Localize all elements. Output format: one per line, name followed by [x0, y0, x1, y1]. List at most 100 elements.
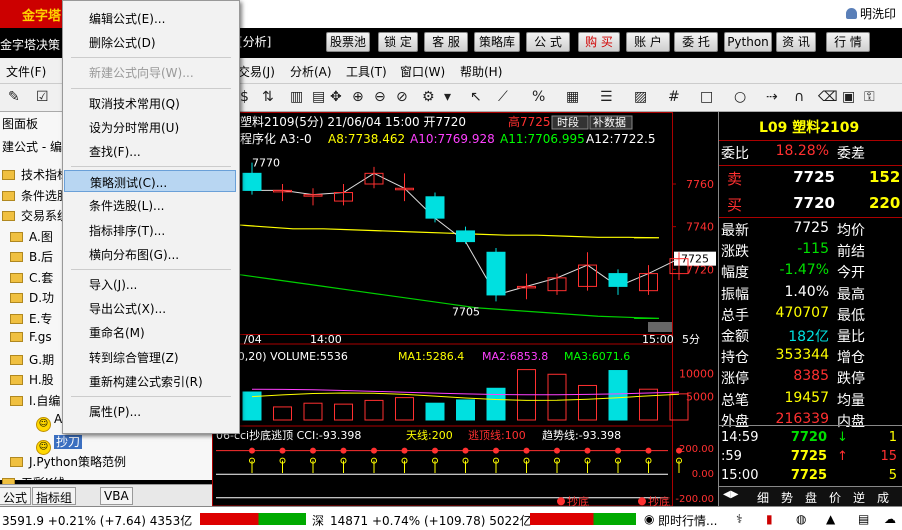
tab-formula[interactable]: 公式 — [0, 487, 32, 505]
bars-icon[interactable]: ▦ — [566, 89, 579, 105]
chart-type-icon[interactable]: ▥ — [290, 89, 303, 105]
zoom-in-icon[interactable]: ⊕ — [352, 89, 364, 105]
tick-row[interactable]: :59 7725 ↑ 15 — [719, 449, 902, 470]
tree-item[interactable]: 交易系统 — [2, 207, 69, 224]
nav-button-4[interactable]: 公 式 — [526, 32, 570, 52]
kline-chart[interactable]: 塑料2109(5分) 21/06/04 15:00 开7720 高7725 时段 补数… — [212, 112, 718, 506]
zoom-fit-icon[interactable]: ⊘ — [396, 89, 408, 105]
tree-item[interactable]: 条件选股 — [2, 187, 69, 204]
percent-icon[interactable]: % — [532, 89, 545, 105]
period-icon[interactable]: ▤ — [312, 89, 325, 105]
menu-item-10[interactable]: 条件选股(L)... — [63, 194, 239, 216]
python-icon[interactable]: ⚕ — [736, 512, 743, 526]
quote-row[interactable]: 总手 470707 最低 — [719, 305, 902, 326]
menu-item-6[interactable]: 设为分时常用(U) — [63, 116, 239, 138]
clear-icon[interactable]: ▣ — [842, 89, 855, 105]
db-icon[interactable]: ▮ — [766, 512, 773, 526]
tabs-scroll-icon[interactable]: ◀▶ — [723, 489, 738, 500]
buy-row[interactable]: 买 7720 220 — [719, 194, 902, 215]
info-icon[interactable]: ◉ — [644, 512, 654, 526]
dollar-icon[interactable]: $ — [240, 89, 249, 105]
tab-indicator-group[interactable]: 指标组 — [32, 487, 77, 505]
menu-trade[interactable]: 交易(J) — [238, 63, 275, 80]
menu-window[interactable]: 窗口(W) — [400, 63, 445, 80]
nav-button-3[interactable]: 策略库 — [474, 32, 520, 52]
grid-icon[interactable]: ▨ — [634, 89, 647, 105]
arrow-icon[interactable]: ⇢ — [766, 89, 778, 105]
quote-title[interactable]: L09 塑料2109 — [719, 117, 902, 138]
tree-item[interactable]: F.gs — [10, 330, 52, 344]
zoom-out-icon[interactable]: ⊖ — [374, 89, 386, 105]
quote-tab-3[interactable]: 价 — [829, 489, 841, 506]
settings-dropdown-icon[interactable]: ▾ — [444, 89, 451, 105]
tree-item[interactable]: D.功 — [10, 289, 54, 306]
menu-item-15[interactable]: 导出公式(X)... — [63, 297, 239, 319]
menu-item-5[interactable]: 取消技术常用(Q) — [63, 92, 239, 114]
network-icon[interactable]: ▲ — [826, 512, 835, 526]
tree-item[interactable]: ☺ A — [36, 412, 62, 432]
nav-button-1[interactable]: 锁 定 — [378, 32, 418, 52]
quote-tab-2[interactable]: 盘 — [805, 489, 817, 506]
tree-item[interactable]: B.后 — [10, 248, 53, 265]
circle-icon[interactable]: ○ — [734, 89, 746, 105]
menu-tools[interactable]: 工具(T) — [346, 63, 387, 80]
menu-item-7[interactable]: 查找(F)... — [63, 140, 239, 162]
sh-index[interactable]: 3591.9 +0.21% (+7.64) 4353亿 — [2, 512, 192, 529]
quote-tab-0[interactable]: 细 — [757, 489, 769, 506]
move-icon[interactable]: ✥ — [330, 89, 342, 105]
quote-row[interactable]: 总笔 19457 均量 — [719, 390, 902, 411]
quote-row[interactable]: 金额 182亿 量比 — [719, 326, 902, 347]
tree-item[interactable]: A.图 — [10, 228, 53, 245]
tree-item[interactable]: ☺ 抄刀 — [36, 433, 83, 455]
rect-icon[interactable]: □ — [700, 89, 713, 105]
quote-row[interactable]: 外盘 216339 内盘 — [719, 411, 902, 432]
tab-vba[interactable]: VBA — [100, 487, 133, 505]
line-icon[interactable]: ⟋ — [498, 89, 508, 105]
tree-item[interactable]: E.专 — [10, 310, 52, 327]
chart-scrollbar[interactable] — [648, 322, 672, 332]
cloud-icon[interactable]: ☁ — [884, 512, 896, 526]
tick-row[interactable]: 14:59 7720 ↓ 1 — [719, 430, 902, 451]
menu-item-14[interactable]: 导入(J)... — [63, 273, 239, 295]
quote-tab-4[interactable]: 逆 — [853, 489, 865, 506]
nav-button-5[interactable]: 购 买 — [578, 32, 620, 52]
tree-item[interactable]: C.套 — [10, 269, 53, 286]
menu-item-18[interactable]: 重新构建公式索引(R) — [63, 370, 239, 392]
tree-item[interactable]: G.期 — [10, 351, 54, 368]
erase-icon[interactable]: ⌫ — [818, 89, 838, 105]
nav-button-7[interactable]: 委 托 — [674, 32, 718, 52]
menu-item-3[interactable]: 新建公式向导(W)... — [63, 61, 239, 83]
cursor-icon[interactable]: ↖ — [470, 89, 482, 105]
menu-item-17[interactable]: 转到综合管理(Z) — [63, 346, 239, 368]
lock-icon[interactable]: ⚿ — [864, 89, 875, 105]
menu-help[interactable]: 帮助(H) — [460, 63, 502, 80]
menu-item-16[interactable]: 重命名(M) — [63, 321, 239, 343]
menu-file[interactable]: 文件(F) — [6, 63, 46, 80]
nav-button-9[interactable]: 资 讯 — [776, 32, 816, 52]
quote-row[interactable]: 振幅 1.40% 最高 — [719, 284, 902, 305]
nav-button-10[interactable]: 行 情 — [826, 32, 870, 52]
tree-item[interactable]: 技术指标 — [2, 166, 69, 183]
quote-row[interactable]: 涨停 8385 跌停 — [719, 368, 902, 389]
tool-check-icon[interactable]: ☑ — [36, 89, 49, 105]
tray-icon[interactable]: ▤ — [858, 512, 869, 526]
sell-row[interactable]: 卖 7725 152 — [719, 168, 902, 189]
menu-item-11[interactable]: 指标排序(T)... — [63, 219, 239, 241]
menu-item-20[interactable]: 属性(P)... — [63, 400, 239, 422]
tree-item[interactable]: H.股 — [10, 371, 54, 388]
nav-button-2[interactable]: 客 服 — [424, 32, 468, 52]
globe-icon[interactable]: ◍ — [796, 512, 806, 526]
tree-item[interactable]: J.Python策略范例 — [10, 453, 126, 470]
user-area[interactable]: 明洗印 — [845, 0, 902, 28]
quote-row[interactable]: 涨跌 -115 前结 — [719, 241, 902, 262]
quote-row[interactable]: 持仓 353344 增仓 — [719, 347, 902, 368]
settings-icon[interactable]: ⚙ — [422, 89, 435, 105]
tree-item[interactable]: I.自编 — [10, 392, 60, 409]
menu-analysis[interactable]: 分析(A) — [290, 63, 332, 80]
nav-button-6[interactable]: 账 户 — [626, 32, 670, 52]
menu-item-0[interactable]: 编辑公式(E)... — [63, 7, 239, 29]
menu-item-9[interactable]: 策略测试(C)... — [64, 170, 236, 193]
quote-row[interactable]: 幅度 -1.47% 今开 — [719, 262, 902, 283]
sort-icon[interactable]: ⇅ — [262, 89, 274, 105]
realtime-info[interactable]: 即时行情... — [658, 512, 717, 529]
